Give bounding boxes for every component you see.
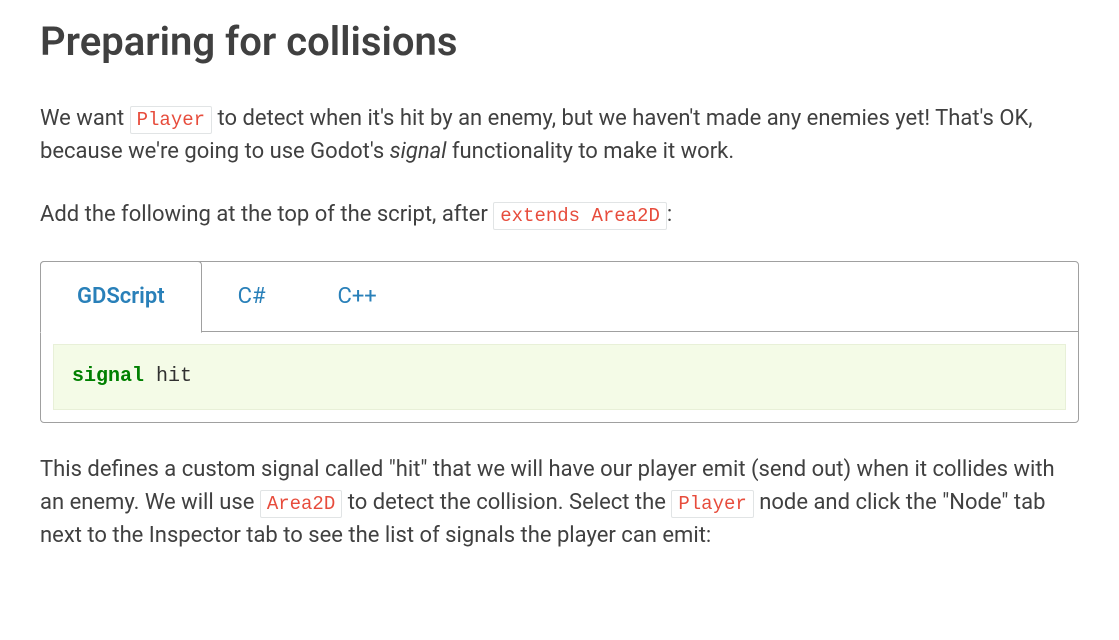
paragraph-1: We want Player to detect when it's hit b… bbox=[40, 102, 1079, 168]
text: : bbox=[667, 202, 672, 227]
paragraph-3: This defines a custom signal called "hit… bbox=[40, 453, 1079, 552]
inline-code-area2d: Area2D bbox=[260, 490, 342, 518]
text: functionality to make it work. bbox=[446, 139, 734, 164]
text: to detect the collision. Select the bbox=[342, 490, 671, 515]
italic-signal: signal bbox=[390, 139, 447, 164]
code-identifier: hit bbox=[144, 365, 192, 388]
code-tabs-container: GDScript C# C++ signal hit bbox=[40, 261, 1079, 423]
paragraph-2: Add the following at the top of the scri… bbox=[40, 198, 1079, 231]
tab-row: GDScript C# C++ bbox=[41, 262, 1078, 332]
tab-csharp[interactable]: C# bbox=[202, 262, 302, 332]
code-block: signal hit bbox=[53, 344, 1066, 410]
tab-gdscript[interactable]: GDScript bbox=[40, 261, 202, 333]
text: We want bbox=[40, 106, 130, 131]
inline-code-player: Player bbox=[130, 106, 212, 134]
code-keyword: signal bbox=[72, 365, 144, 388]
section-heading: Preparing for collisions bbox=[40, 12, 1079, 72]
text: Add the following at the top of the scri… bbox=[40, 202, 493, 227]
inline-code-player2: Player bbox=[671, 490, 753, 518]
inline-code-extends: extends Area2D bbox=[493, 202, 667, 230]
tab-cpp[interactable]: C++ bbox=[302, 262, 413, 332]
tab-filler bbox=[413, 262, 1078, 332]
